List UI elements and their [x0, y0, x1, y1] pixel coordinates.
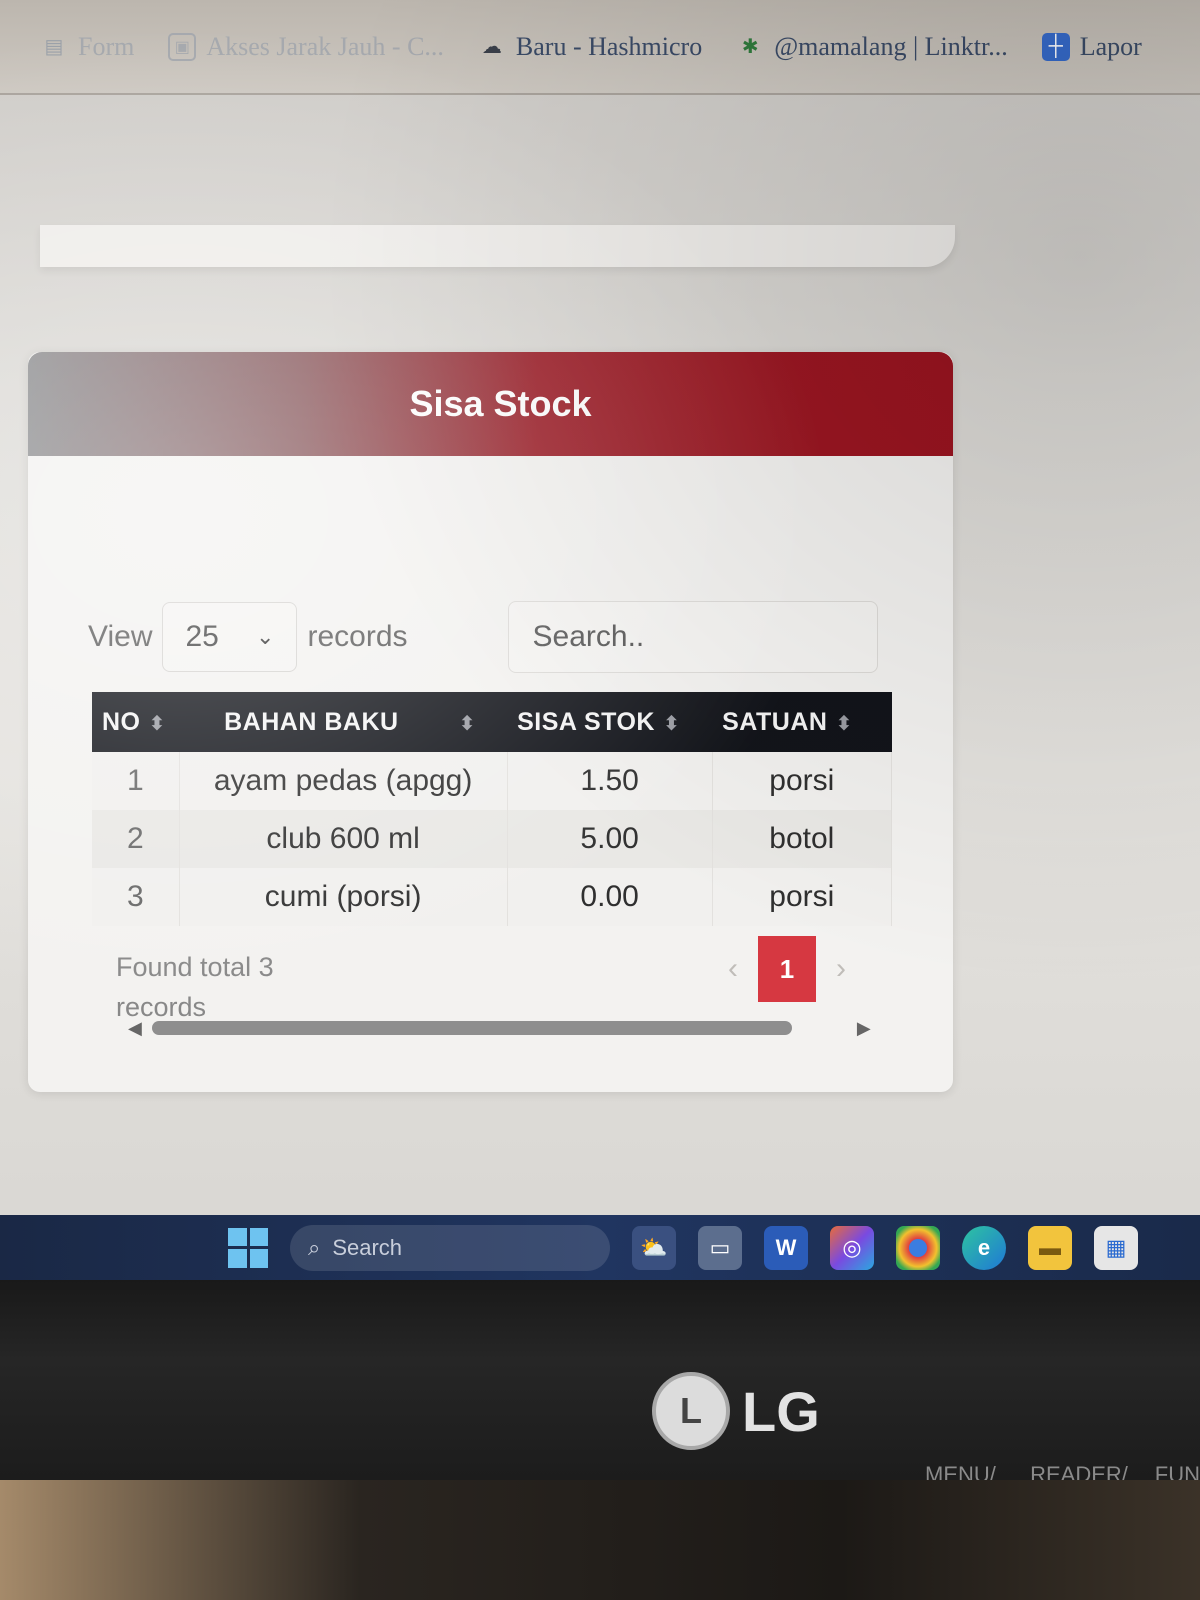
- chevron-down-icon: ⌄: [256, 624, 275, 649]
- cell-bahan-baku: cumi (porsi): [179, 868, 508, 926]
- desk-background: [0, 1480, 1200, 1600]
- scroll-left-icon[interactable]: ◀: [128, 1018, 142, 1039]
- monitor-bezel: [0, 1280, 1200, 1480]
- taskbar-search-placeholder: Search: [332, 1234, 403, 1260]
- cell-no: 3: [92, 868, 180, 926]
- table-row: 1 ayam pedas (apgg) 1.50 porsi: [92, 752, 893, 810]
- bookmark-hashmicro[interactable]: ☁ Baru - Hashmicro: [478, 32, 702, 62]
- next-page-icon[interactable]: ›: [836, 952, 846, 986]
- taskbar: ⌕ Search ⛅ ▭ W ◎ e ▬ ▦: [0, 1215, 1200, 1280]
- table-row: 2 club 600 ml 5.00 botol: [92, 810, 893, 868]
- table-row: 3 cumi (porsi) 0.00 porsi: [92, 868, 893, 926]
- search-icon: ⌕: [308, 1234, 321, 1260]
- cell-satuan: botol: [712, 810, 893, 868]
- folder-icon[interactable]: ▬: [1028, 1225, 1072, 1270]
- edge-icon[interactable]: e: [962, 1225, 1006, 1270]
- bookmarks-bar: ▤ Form ▣ Akses Jarak Jauh - C... ☁ Baru …: [0, 0, 1200, 95]
- file-manager-icon[interactable]: ▭: [698, 1225, 742, 1270]
- search-placeholder: Search..: [532, 620, 645, 653]
- header-band: [40, 225, 955, 267]
- column-header-sisa-stok[interactable]: SISA STOK ⬍: [507, 692, 713, 752]
- page-size-select[interactable]: 25 ⌄: [162, 602, 298, 672]
- column-header-bahan-baku[interactable]: BAHAN BAKU ⬍: [179, 692, 508, 752]
- cell-bahan-baku: ayam pedas (apgg): [179, 752, 508, 810]
- page-size-value: 25: [185, 620, 219, 653]
- cell-bahan-baku: club 600 ml: [179, 810, 508, 868]
- page-icon: ▤: [44, 36, 64, 58]
- taskbar-search[interactable]: ⌕ Search: [290, 1224, 610, 1271]
- card-header: Sisa Stock: [28, 352, 953, 456]
- cell-sisa-stok: 1.50: [507, 752, 713, 810]
- cell-satuan: porsi: [712, 868, 893, 926]
- lg-logo: L LG: [652, 1372, 820, 1450]
- chrome-icon[interactable]: [896, 1225, 940, 1270]
- star-icon: ✱: [741, 36, 759, 58]
- windows-start-icon[interactable]: [228, 1227, 268, 1268]
- doc-icon: ┼: [1041, 32, 1070, 61]
- bookmark-remote[interactable]: ▣ Akses Jarak Jauh - C...: [168, 32, 444, 62]
- page-button-current[interactable]: 1: [758, 936, 816, 1002]
- remote-icon: ▣: [168, 32, 197, 61]
- scrollbar-thumb[interactable]: [151, 1021, 792, 1035]
- sort-icon: ⬍: [663, 712, 681, 735]
- sort-icon: ⬍: [835, 712, 853, 735]
- cell-no: 2: [92, 810, 180, 868]
- copilot-icon[interactable]: ◎: [830, 1225, 874, 1270]
- search-input[interactable]: Search..: [507, 601, 878, 673]
- widgets-icon[interactable]: ⛅: [632, 1225, 676, 1270]
- records-label: records: [307, 620, 408, 653]
- bookmark-lapor[interactable]: ┼ Lapor: [1041, 32, 1142, 62]
- cell-satuan: porsi: [712, 752, 893, 810]
- table-controls: View 25 ⌄ records Search..: [88, 597, 928, 677]
- sort-icon: ⬍: [458, 712, 476, 735]
- cloud-icon: ☁: [481, 36, 502, 58]
- scroll-right-icon[interactable]: ▶: [857, 1018, 871, 1039]
- bookmark-linktree[interactable]: ✱ @mamalang | Linktr...: [736, 32, 1008, 62]
- table-header-row: NO ⬍ BAHAN BAKU ⬍ SISA STOK ⬍ SATUAN ⬍: [92, 692, 892, 752]
- cell-sisa-stok: 5.00: [507, 810, 713, 868]
- column-header-no[interactable]: NO ⬍: [92, 692, 180, 752]
- bookmark-form[interactable]: ▤ Form: [40, 32, 135, 62]
- cell-sisa-stok: 0.00: [507, 868, 713, 926]
- prev-page-icon[interactable]: ‹: [728, 952, 738, 986]
- stock-card: Sisa Stock View 25 ⌄ records Search.. NO…: [28, 352, 953, 1092]
- column-header-satuan[interactable]: SATUAN ⬍: [712, 692, 892, 752]
- store-icon[interactable]: ▦: [1094, 1225, 1138, 1270]
- cell-no: 1: [92, 752, 180, 810]
- lg-brand-text: LG: [742, 1379, 820, 1443]
- view-label: View: [88, 620, 153, 653]
- pagination: ‹ 1 ›: [728, 934, 888, 1004]
- lg-circle-icon: L: [652, 1372, 730, 1450]
- stock-table: NO⬍ BAHAN BAKU⬍ SISA STOK⬍ SATUAN⬍ 1: [92, 692, 893, 926]
- records-summary: Found total 3 records: [116, 952, 274, 1022]
- sort-icon: ⬍: [148, 712, 166, 735]
- card-title: Sisa Stock: [409, 383, 592, 424]
- word-icon[interactable]: W: [764, 1225, 808, 1270]
- horizontal-scrollbar[interactable]: ◀ ▶: [128, 1017, 908, 1039]
- monitor-screen: ▤ Form ▣ Akses Jarak Jauh - C... ☁ Baru …: [0, 0, 1200, 1290]
